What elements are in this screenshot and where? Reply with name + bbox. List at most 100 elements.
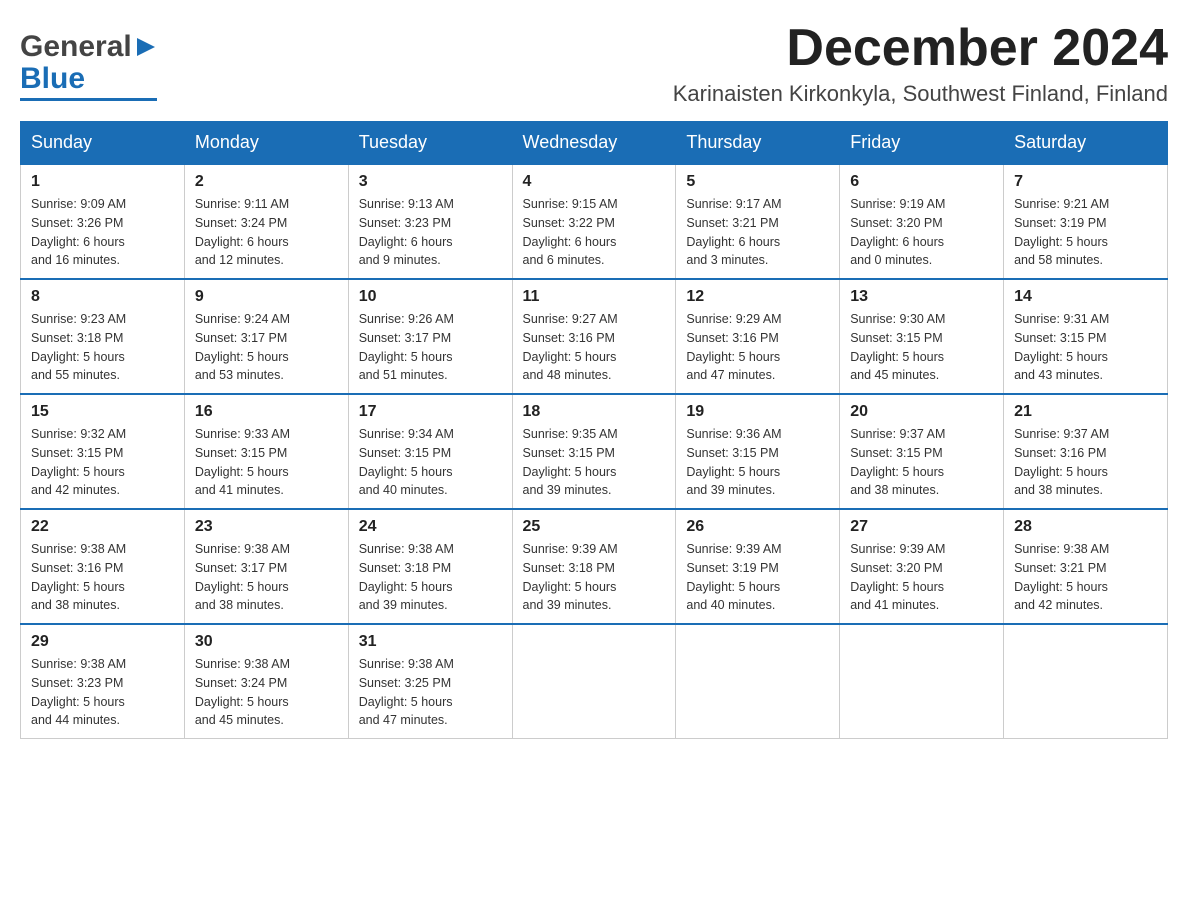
sunrise-text: Sunrise: 9:19 AM xyxy=(850,197,945,211)
day-info: Sunrise: 9:32 AM Sunset: 3:15 PM Dayligh… xyxy=(31,425,174,500)
calendar-cell: 26 Sunrise: 9:39 AM Sunset: 3:19 PM Dayl… xyxy=(676,509,840,624)
day-info: Sunrise: 9:33 AM Sunset: 3:15 PM Dayligh… xyxy=(195,425,338,500)
day-info: Sunrise: 9:21 AM Sunset: 3:19 PM Dayligh… xyxy=(1014,195,1157,270)
calendar-cell: 14 Sunrise: 9:31 AM Sunset: 3:15 PM Dayl… xyxy=(1004,279,1168,394)
day-number: 5 xyxy=(686,173,829,191)
minutes-text: and 58 minutes. xyxy=(1014,253,1103,267)
day-info: Sunrise: 9:15 AM Sunset: 3:22 PM Dayligh… xyxy=(523,195,666,270)
daylight-text: Daylight: 5 hours xyxy=(195,350,289,364)
calendar-cell: 19 Sunrise: 9:36 AM Sunset: 3:15 PM Dayl… xyxy=(676,394,840,509)
sunset-text: Sunset: 3:15 PM xyxy=(359,446,451,460)
sunset-text: Sunset: 3:15 PM xyxy=(686,446,778,460)
sunset-text: Sunset: 3:16 PM xyxy=(31,561,123,575)
header-sunday: Sunday xyxy=(21,122,185,165)
sunrise-text: Sunrise: 9:26 AM xyxy=(359,312,454,326)
sunrise-text: Sunrise: 9:38 AM xyxy=(31,542,126,556)
week-row-2: 8 Sunrise: 9:23 AM Sunset: 3:18 PM Dayli… xyxy=(21,279,1168,394)
calendar-cell: 27 Sunrise: 9:39 AM Sunset: 3:20 PM Dayl… xyxy=(840,509,1004,624)
daylight-text: Daylight: 5 hours xyxy=(195,465,289,479)
day-number: 21 xyxy=(1014,403,1157,421)
page-header: General Blue December 2024 Karinaisten K… xyxy=(20,20,1168,111)
minutes-text: and 47 minutes. xyxy=(359,713,448,727)
sunrise-text: Sunrise: 9:29 AM xyxy=(686,312,781,326)
day-info: Sunrise: 9:38 AM Sunset: 3:23 PM Dayligh… xyxy=(31,655,174,730)
calendar-cell: 3 Sunrise: 9:13 AM Sunset: 3:23 PM Dayli… xyxy=(348,164,512,279)
daylight-text: Daylight: 5 hours xyxy=(686,350,780,364)
minutes-text: and 16 minutes. xyxy=(31,253,120,267)
sunset-text: Sunset: 3:18 PM xyxy=(31,331,123,345)
sunrise-text: Sunrise: 9:38 AM xyxy=(1014,542,1109,556)
day-number: 10 xyxy=(359,288,502,306)
sunset-text: Sunset: 3:15 PM xyxy=(1014,331,1106,345)
minutes-text: and 47 minutes. xyxy=(686,368,775,382)
calendar-cell: 28 Sunrise: 9:38 AM Sunset: 3:21 PM Dayl… xyxy=(1004,509,1168,624)
day-number: 14 xyxy=(1014,288,1157,306)
sunset-text: Sunset: 3:15 PM xyxy=(31,446,123,460)
daylight-text: Daylight: 5 hours xyxy=(359,695,453,709)
minutes-text: and 38 minutes. xyxy=(1014,483,1103,497)
calendar-cell: 5 Sunrise: 9:17 AM Sunset: 3:21 PM Dayli… xyxy=(676,164,840,279)
daylight-text: Daylight: 6 hours xyxy=(359,235,453,249)
calendar-cell: 6 Sunrise: 9:19 AM Sunset: 3:20 PM Dayli… xyxy=(840,164,1004,279)
sunrise-text: Sunrise: 9:27 AM xyxy=(523,312,618,326)
minutes-text: and 39 minutes. xyxy=(523,598,612,612)
daylight-text: Daylight: 5 hours xyxy=(523,465,617,479)
calendar-cell: 7 Sunrise: 9:21 AM Sunset: 3:19 PM Dayli… xyxy=(1004,164,1168,279)
sunrise-text: Sunrise: 9:21 AM xyxy=(1014,197,1109,211)
day-number: 31 xyxy=(359,633,502,651)
day-number: 24 xyxy=(359,518,502,536)
calendar-cell: 9 Sunrise: 9:24 AM Sunset: 3:17 PM Dayli… xyxy=(184,279,348,394)
calendar-cell: 22 Sunrise: 9:38 AM Sunset: 3:16 PM Dayl… xyxy=(21,509,185,624)
header-wednesday: Wednesday xyxy=(512,122,676,165)
minutes-text: and 44 minutes. xyxy=(31,713,120,727)
sunrise-text: Sunrise: 9:32 AM xyxy=(31,427,126,441)
day-number: 2 xyxy=(195,173,338,191)
calendar-cell: 8 Sunrise: 9:23 AM Sunset: 3:18 PM Dayli… xyxy=(21,279,185,394)
week-row-5: 29 Sunrise: 9:38 AM Sunset: 3:23 PM Dayl… xyxy=(21,624,1168,739)
sunrise-text: Sunrise: 9:11 AM xyxy=(195,197,289,211)
sunrise-text: Sunrise: 9:31 AM xyxy=(1014,312,1109,326)
minutes-text: and 38 minutes. xyxy=(31,598,120,612)
logo-general-text: General xyxy=(20,30,132,64)
calendar-table: SundayMondayTuesdayWednesdayThursdayFrid… xyxy=(20,121,1168,739)
minutes-text: and 39 minutes. xyxy=(523,483,612,497)
day-number: 27 xyxy=(850,518,993,536)
header-saturday: Saturday xyxy=(1004,122,1168,165)
minutes-text: and 43 minutes. xyxy=(1014,368,1103,382)
sunrise-text: Sunrise: 9:33 AM xyxy=(195,427,290,441)
day-number: 6 xyxy=(850,173,993,191)
minutes-text: and 39 minutes. xyxy=(359,598,448,612)
minutes-text: and 42 minutes. xyxy=(31,483,120,497)
day-number: 1 xyxy=(31,173,174,191)
sunset-text: Sunset: 3:17 PM xyxy=(195,331,287,345)
sunrise-text: Sunrise: 9:39 AM xyxy=(686,542,781,556)
header-tuesday: Tuesday xyxy=(348,122,512,165)
daylight-text: Daylight: 6 hours xyxy=(195,235,289,249)
sunset-text: Sunset: 3:18 PM xyxy=(359,561,451,575)
minutes-text: and 41 minutes. xyxy=(195,483,284,497)
day-number: 28 xyxy=(1014,518,1157,536)
day-number: 26 xyxy=(686,518,829,536)
sunset-text: Sunset: 3:26 PM xyxy=(31,216,123,230)
minutes-text: and 55 minutes. xyxy=(31,368,120,382)
calendar-cell: 10 Sunrise: 9:26 AM Sunset: 3:17 PM Dayl… xyxy=(348,279,512,394)
sunrise-text: Sunrise: 9:38 AM xyxy=(359,542,454,556)
calendar-cell: 31 Sunrise: 9:38 AM Sunset: 3:25 PM Dayl… xyxy=(348,624,512,739)
month-title: December 2024 xyxy=(673,20,1168,77)
daylight-text: Daylight: 5 hours xyxy=(31,580,125,594)
sunrise-text: Sunrise: 9:30 AM xyxy=(850,312,945,326)
day-number: 30 xyxy=(195,633,338,651)
sunset-text: Sunset: 3:20 PM xyxy=(850,561,942,575)
day-info: Sunrise: 9:26 AM Sunset: 3:17 PM Dayligh… xyxy=(359,310,502,385)
sunrise-text: Sunrise: 9:09 AM xyxy=(31,197,126,211)
day-info: Sunrise: 9:09 AM Sunset: 3:26 PM Dayligh… xyxy=(31,195,174,270)
day-number: 9 xyxy=(195,288,338,306)
daylight-text: Daylight: 5 hours xyxy=(523,580,617,594)
daylight-text: Daylight: 6 hours xyxy=(31,235,125,249)
calendar-cell: 15 Sunrise: 9:32 AM Sunset: 3:15 PM Dayl… xyxy=(21,394,185,509)
header-monday: Monday xyxy=(184,122,348,165)
day-number: 29 xyxy=(31,633,174,651)
week-row-3: 15 Sunrise: 9:32 AM Sunset: 3:15 PM Dayl… xyxy=(21,394,1168,509)
sunrise-text: Sunrise: 9:37 AM xyxy=(1014,427,1109,441)
day-number: 20 xyxy=(850,403,993,421)
